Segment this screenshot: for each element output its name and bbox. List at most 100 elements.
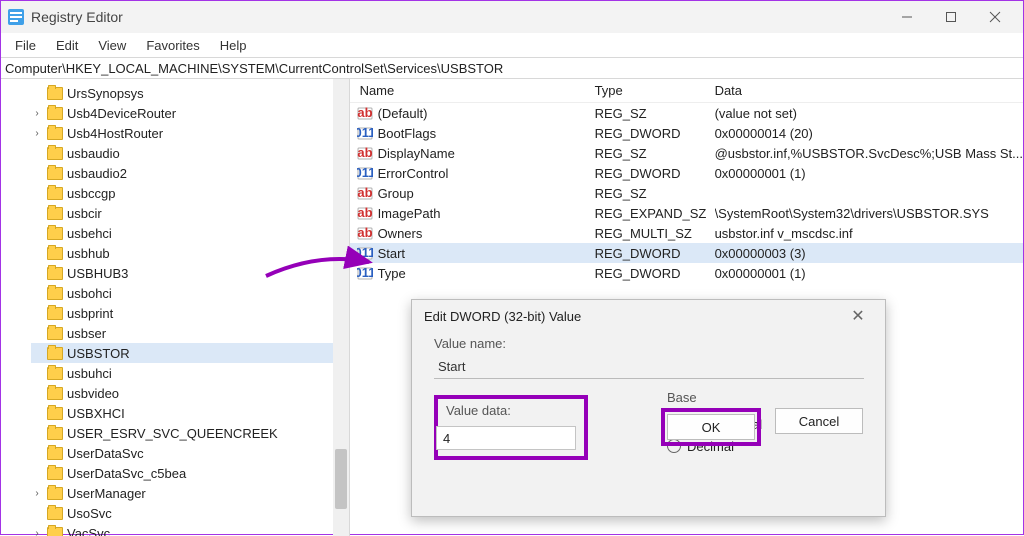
- tree-item-label: usbaudio2: [67, 166, 127, 181]
- folder-icon: [47, 267, 63, 280]
- value-data: (value not set): [715, 106, 1023, 121]
- value-type-icon: ab: [356, 184, 374, 202]
- tree-item[interactable]: UsoSvc: [31, 503, 349, 523]
- value-type-icon: 011: [356, 124, 374, 142]
- folder-icon: [47, 467, 63, 480]
- tree-item[interactable]: UserDataSvc: [31, 443, 349, 463]
- list-row[interactable]: 011StartREG_DWORD0x00000003 (3): [350, 243, 1023, 263]
- list-row[interactable]: abGroupREG_SZ: [350, 183, 1023, 203]
- menu-edit[interactable]: Edit: [46, 35, 88, 56]
- list-row[interactable]: abOwnersREG_MULTI_SZusbstor.inf v_mscdsc…: [350, 223, 1023, 243]
- list-row[interactable]: 011TypeREG_DWORD0x00000001 (1): [350, 263, 1023, 283]
- value-type-icon: 011: [356, 264, 374, 282]
- value-name: ImagePath: [378, 206, 595, 221]
- tree-item[interactable]: usbuhci: [31, 363, 349, 383]
- list-row[interactable]: 011ErrorControlREG_DWORD0x00000001 (1): [350, 163, 1023, 183]
- address-bar[interactable]: Computer\HKEY_LOCAL_MACHINE\SYSTEM\Curre…: [1, 57, 1023, 79]
- ok-button[interactable]: OK: [667, 414, 755, 440]
- tree-item[interactable]: usbvideo: [31, 383, 349, 403]
- tree-item[interactable]: ›UserManager: [31, 483, 349, 503]
- folder-icon: [47, 307, 63, 320]
- folder-icon: [47, 487, 63, 500]
- value-data: 0x00000001 (1): [715, 266, 1023, 281]
- list-header[interactable]: Name Type Data: [350, 79, 1023, 103]
- value-name: Start: [378, 246, 595, 261]
- tree-item[interactable]: ›Usb4HostRouter: [31, 123, 349, 143]
- folder-icon: [47, 367, 63, 380]
- list-row[interactable]: abDisplayNameREG_SZ@usbstor.inf,%USBSTOR…: [350, 143, 1023, 163]
- chevron-icon: ›: [31, 108, 43, 119]
- folder-icon: [47, 287, 63, 300]
- tree-item-label: usbohci: [67, 286, 112, 301]
- ok-highlight: OK: [661, 408, 761, 446]
- folder-icon: [47, 507, 63, 520]
- cancel-button[interactable]: Cancel: [775, 408, 863, 434]
- tree-item[interactable]: usbaudio: [31, 143, 349, 163]
- tree-item[interactable]: ›VacSvc: [31, 523, 349, 536]
- col-name[interactable]: Name: [350, 83, 595, 98]
- menu-favorites[interactable]: Favorites: [136, 35, 209, 56]
- tree-item-label: Usb4HostRouter: [67, 126, 163, 141]
- tree-item-label: usbser: [67, 326, 106, 341]
- value-data: usbstor.inf v_mscdsc.inf: [715, 226, 1023, 241]
- folder-icon: [47, 227, 63, 240]
- dialog-close-icon[interactable]: ✕: [843, 306, 873, 326]
- tree-item[interactable]: usbcir: [31, 203, 349, 223]
- tree-item[interactable]: usbehci: [31, 223, 349, 243]
- menu-help[interactable]: Help: [210, 35, 257, 56]
- col-type[interactable]: Type: [595, 83, 715, 98]
- tree-item-label: UserManager: [67, 486, 146, 501]
- scroll-thumb[interactable]: [335, 449, 347, 509]
- tree-item-label: USER_ESRV_SVC_QUEENCREEK: [67, 426, 278, 441]
- tree-item[interactable]: USER_ESRV_SVC_QUEENCREEK: [31, 423, 349, 443]
- titlebar: Registry Editor: [1, 1, 1023, 33]
- tree-item[interactable]: USBHUB3: [31, 263, 349, 283]
- tree-item[interactable]: usbccgp: [31, 183, 349, 203]
- maximize-button[interactable]: [929, 2, 973, 32]
- value-name: BootFlags: [378, 126, 595, 141]
- tree-item-label: UrsSynopsys: [67, 86, 144, 101]
- tree-item[interactable]: ›Usb4DeviceRouter: [31, 103, 349, 123]
- tree-item[interactable]: UrsSynopsys: [31, 83, 349, 103]
- menu-view[interactable]: View: [88, 35, 136, 56]
- svg-text:ab: ab: [357, 225, 372, 240]
- list-row[interactable]: abImagePathREG_EXPAND_SZ\SystemRoot\Syst…: [350, 203, 1023, 223]
- value-type-icon: 011: [356, 244, 374, 262]
- tree-item[interactable]: UserDataSvc_c5bea: [31, 463, 349, 483]
- tree-view[interactable]: UrsSynopsys›Usb4DeviceRouter›Usb4HostRou…: [1, 79, 350, 536]
- close-button[interactable]: [973, 2, 1017, 32]
- tree-item[interactable]: usbaudio2: [31, 163, 349, 183]
- tree-item-label: usbcir: [67, 206, 102, 221]
- tree-item[interactable]: usbhub: [31, 243, 349, 263]
- list-row[interactable]: 011BootFlagsREG_DWORD0x00000014 (20): [350, 123, 1023, 143]
- value-data-label: Value data:: [446, 403, 576, 418]
- col-data[interactable]: Data: [715, 83, 1023, 98]
- value-name: (Default): [378, 106, 595, 121]
- tree-item[interactable]: usbprint: [31, 303, 349, 323]
- menu-file[interactable]: File: [5, 35, 46, 56]
- tree-item[interactable]: usbser: [31, 323, 349, 343]
- folder-icon: [47, 387, 63, 400]
- dialog-titlebar[interactable]: Edit DWORD (32-bit) Value ✕: [412, 300, 885, 332]
- tree-item-label: USBXHCI: [67, 406, 125, 421]
- minimize-button[interactable]: [885, 2, 929, 32]
- value-name: Group: [378, 186, 595, 201]
- value-name: DisplayName: [378, 146, 595, 161]
- value-data-field[interactable]: [436, 426, 576, 450]
- value-name-field[interactable]: [434, 355, 864, 379]
- tree-item-label: UsoSvc: [67, 506, 112, 521]
- value-name: ErrorControl: [378, 166, 595, 181]
- value-data: 0x00000001 (1): [715, 166, 1023, 181]
- tree-item[interactable]: USBSTOR: [31, 343, 349, 363]
- tree-item[interactable]: USBXHCI: [31, 403, 349, 423]
- tree-scrollbar[interactable]: [333, 79, 349, 536]
- svg-text:011: 011: [357, 245, 373, 260]
- tree-item[interactable]: usbohci: [31, 283, 349, 303]
- svg-text:ab: ab: [357, 105, 372, 120]
- list-row[interactable]: ab(Default)REG_SZ(value not set): [350, 103, 1023, 123]
- value-name: Owners: [378, 226, 595, 241]
- value-type: REG_DWORD: [595, 166, 715, 181]
- folder-icon: [47, 167, 63, 180]
- folder-icon: [47, 207, 63, 220]
- base-label: Base: [667, 390, 762, 405]
